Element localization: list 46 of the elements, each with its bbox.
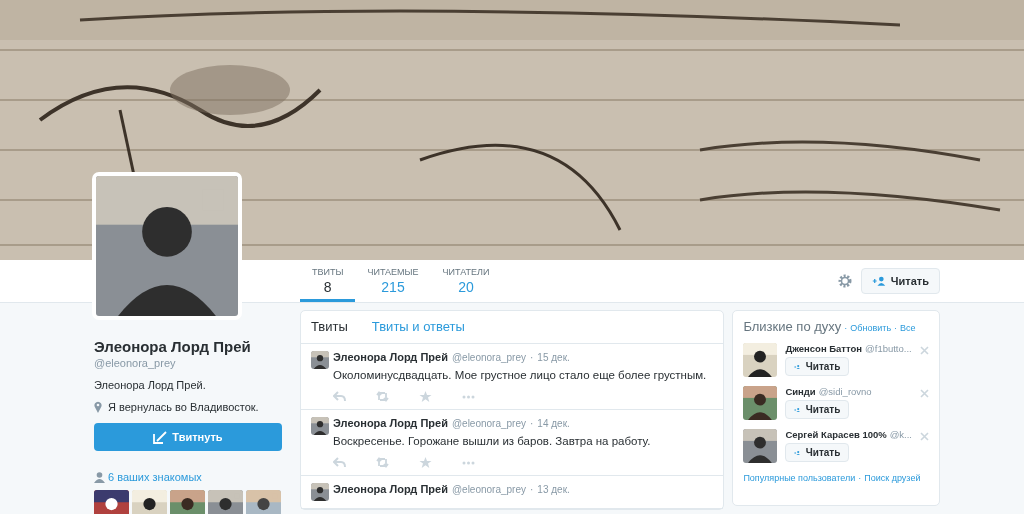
reply-icon[interactable] [333,457,346,468]
star-icon[interactable] [419,391,432,402]
user-handle: @f1butto... [865,343,912,354]
separator: · [530,351,534,364]
follow-button[interactable]: Читать [860,268,940,294]
separator: · [894,323,898,333]
follow-button[interactable]: Читать [785,400,850,419]
stat-tab[interactable]: ЧИТАТЕЛИ 20 [430,260,502,302]
tweet-handle: @eleonora_prey [451,417,526,430]
profile-handle: @eleonora_prey [94,357,177,369]
tweet-author[interactable]: Элеонора Лорд Прей [333,483,448,496]
follow-button[interactable]: Читать [785,443,850,462]
tweet-handle: @eleonora_prey [451,483,526,496]
retweet-icon[interactable] [376,457,389,468]
user-name[interactable]: Дженсон Баттон [785,343,863,354]
tweet-author[interactable]: Элеонора Лорд Прей [333,351,448,364]
settings-icon[interactable] [836,273,853,289]
close-icon[interactable] [920,346,929,355]
user-name[interactable]: Сергей Карасев 100% [785,429,887,440]
profile-bio: Элеонора Лорд Прей. [94,379,207,391]
follow-button[interactable]: Читать [785,357,850,376]
stat-tab[interactable]: ЧИТАЕМЫЕ 215 [355,260,431,302]
separator: · [530,417,534,430]
tweet-handle: @eleonora_prey [451,351,526,364]
separator: · [844,323,848,333]
star-icon[interactable] [419,457,432,468]
separator: · [858,473,862,483]
user-name[interactable]: Синди [785,386,816,397]
suggestions-title: Близкие по духу [743,319,842,334]
tweet-author[interactable]: Элеонора Лорд Прей [333,417,448,430]
reply-icon[interactable] [333,391,346,402]
retweet-icon[interactable] [376,391,389,402]
person-icon [94,471,105,483]
timeline-tab[interactable]: Твиты [311,319,348,335]
close-icon[interactable] [920,432,929,441]
user-handle: @k... [889,429,912,440]
separator: · [530,483,534,496]
add-person-icon [871,276,886,286]
tweet-text: Воскресенье. Горожане вышли из баров. Завтра на работу. [333,434,652,448]
profile-name: Элеонора Лорд Прей [94,338,252,355]
profile-location: Я вернулась во Владивосток. [108,401,259,413]
tweet-text: Околоминусдвадцать. Мое грустное лицо стало еще более грустным. [333,368,708,382]
user-handle: @sidi_rovno [818,386,872,397]
stat-tab[interactable]: ТВИТЫ 8 [300,260,356,302]
location-pin-icon [94,401,102,413]
close-icon[interactable] [920,389,929,398]
